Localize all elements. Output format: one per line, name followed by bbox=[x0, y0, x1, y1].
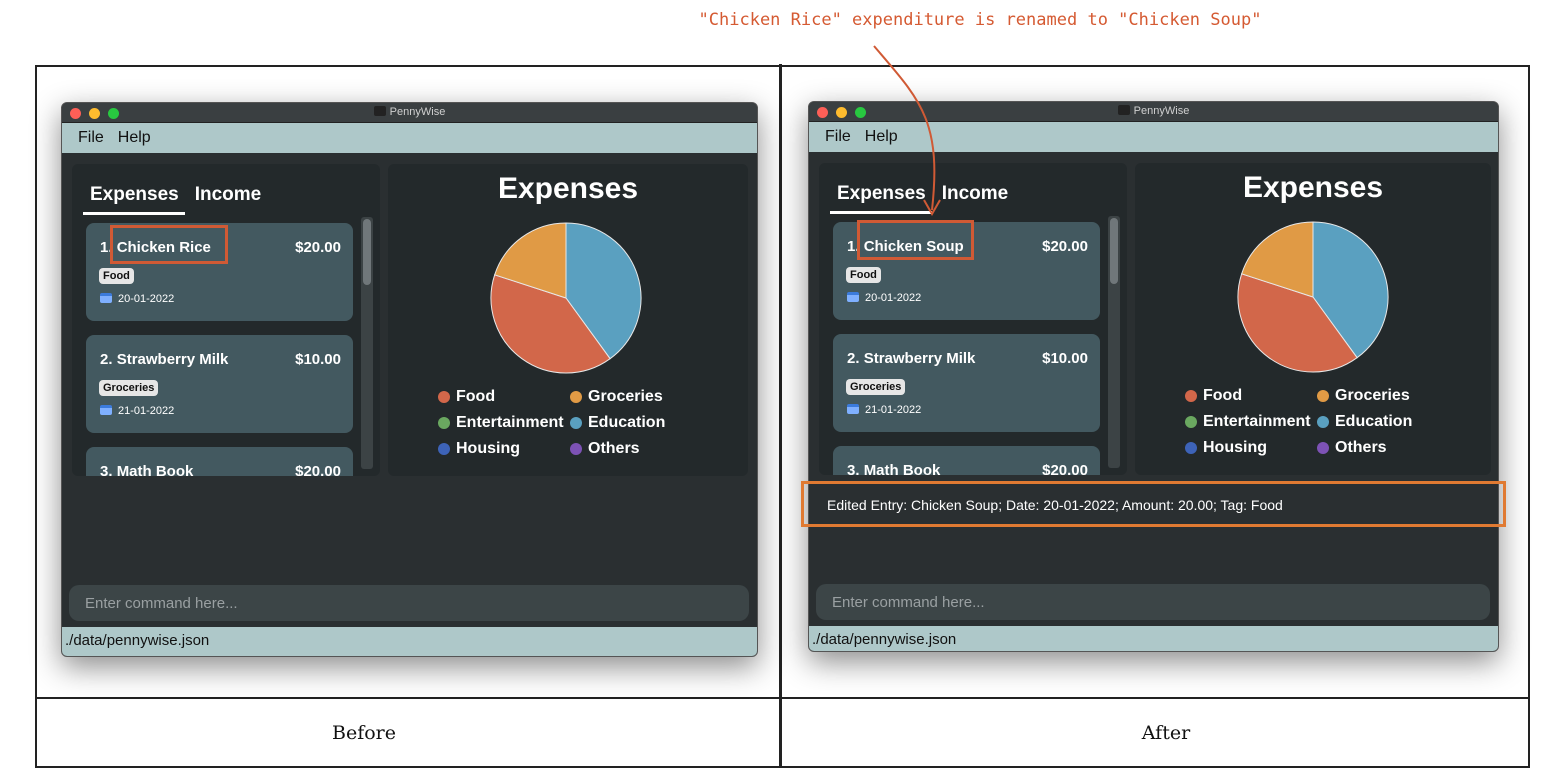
legend-education: Education bbox=[570, 414, 698, 432]
legend-food: Food bbox=[438, 388, 570, 406]
highlight-box-result bbox=[801, 481, 1506, 527]
menu-help[interactable]: Help bbox=[118, 129, 151, 147]
highlight-box-after-name bbox=[857, 220, 974, 260]
frame-left bbox=[35, 65, 37, 767]
window-title-text: PennyWise bbox=[389, 106, 446, 118]
entry-amount: $10.00 bbox=[295, 351, 341, 368]
caption-after: After bbox=[1141, 722, 1191, 744]
command-input[interactable] bbox=[69, 585, 749, 621]
frame-middle bbox=[779, 64, 782, 768]
legend-dot bbox=[570, 443, 582, 455]
chart-legend: Food Groceries Entertainment Education H… bbox=[1185, 387, 1445, 457]
legend-housing: Housing bbox=[1185, 439, 1317, 457]
scroll-thumb[interactable] bbox=[363, 219, 371, 285]
legend-dot bbox=[438, 443, 450, 455]
legend-housing: Housing bbox=[438, 440, 570, 458]
pie-chart bbox=[490, 222, 642, 374]
list-item[interactable]: 3. Math Book $20.00 bbox=[86, 447, 353, 476]
entry-date: 20-01-2022 bbox=[847, 292, 921, 304]
legend-food: Food bbox=[1185, 387, 1317, 405]
menu-file[interactable]: File bbox=[78, 129, 104, 147]
menu-file[interactable]: File bbox=[825, 128, 851, 146]
entry-name: 2. Strawberry Milk bbox=[847, 350, 976, 367]
entry-amount: $20.00 bbox=[1042, 238, 1088, 255]
list-item[interactable]: 2. Strawberry Milk $10.00 Groceries 21-0… bbox=[833, 334, 1100, 432]
chart-legend: Food Groceries Entertainment Education H… bbox=[438, 388, 698, 458]
tab-income[interactable]: Income bbox=[195, 184, 262, 206]
legend-groceries: Groceries bbox=[570, 388, 698, 406]
chart-panel: Expenses Food Groceries Entertainment Ed… bbox=[1135, 163, 1491, 475]
tab-expenses[interactable]: Expenses bbox=[90, 184, 179, 206]
entry-date: 21-01-2022 bbox=[100, 405, 174, 417]
pie-chart bbox=[1237, 221, 1389, 373]
entry-name: 3. Math Book bbox=[847, 462, 941, 475]
title-bar: PennyWise bbox=[62, 103, 757, 123]
calendar-icon bbox=[847, 292, 859, 302]
legend-others: Others bbox=[1317, 439, 1445, 457]
legend-dot bbox=[1317, 442, 1329, 454]
legend-entertainment: Entertainment bbox=[438, 414, 570, 432]
entry-tag: Food bbox=[99, 268, 134, 284]
legend-groceries: Groceries bbox=[1317, 387, 1445, 405]
legend-dot bbox=[438, 391, 450, 403]
legend-others: Others bbox=[570, 440, 698, 458]
entry-date: 21-01-2022 bbox=[847, 404, 921, 416]
entry-amount: $20.00 bbox=[1042, 462, 1088, 475]
entry-tag: Groceries bbox=[99, 380, 159, 396]
status-bar: ./data/pennywise.json bbox=[809, 626, 1498, 651]
command-input[interactable] bbox=[816, 584, 1490, 620]
frame-bottom bbox=[35, 766, 1530, 768]
calendar-icon bbox=[847, 404, 859, 414]
frame-top-left bbox=[35, 65, 779, 67]
legend-dot bbox=[570, 417, 582, 429]
entry-tag: Groceries bbox=[846, 379, 906, 395]
entry-tag: Food bbox=[846, 267, 881, 283]
annotation-text: "Chicken Rice" expenditure is renamed to… bbox=[698, 10, 1262, 30]
app-icon bbox=[373, 106, 386, 116]
active-tab-indicator bbox=[83, 212, 185, 215]
legend-dot bbox=[570, 391, 582, 403]
entry-amount: $10.00 bbox=[1042, 350, 1088, 367]
entry-amount: $20.00 bbox=[295, 239, 341, 256]
caption-before: Before bbox=[331, 722, 396, 744]
chart-title: Expenses bbox=[1242, 171, 1384, 204]
calendar-icon bbox=[100, 293, 112, 303]
legend-dot bbox=[1185, 416, 1197, 428]
app-icon bbox=[1117, 105, 1130, 115]
legend-dot bbox=[1317, 390, 1329, 402]
list-item[interactable]: 2. Strawberry Milk $10.00 Groceries 21-0… bbox=[86, 335, 353, 433]
status-bar: ./data/pennywise.json bbox=[62, 627, 757, 656]
entry-name: 3. Math Book bbox=[100, 463, 194, 476]
legend-dot bbox=[1317, 416, 1329, 428]
entry-name: 2. Strawberry Milk bbox=[100, 351, 229, 368]
highlight-box-before-name bbox=[110, 225, 228, 264]
legend-education: Education bbox=[1317, 413, 1445, 431]
entry-date: 20-01-2022 bbox=[100, 293, 174, 305]
entry-amount: $20.00 bbox=[295, 463, 341, 476]
annotation-arrow bbox=[873, 45, 941, 217]
menu-bar: File Help bbox=[62, 123, 757, 153]
frame-divider bbox=[35, 697, 1530, 699]
before-window: PennyWise File Help Expenses Income 1. C… bbox=[61, 102, 758, 657]
chart-title: Expenses bbox=[497, 172, 639, 205]
legend-dot bbox=[438, 417, 450, 429]
result-display bbox=[62, 486, 757, 526]
entry-list-panel: Expenses Income 1. Chicken Rice $20.00 F… bbox=[72, 164, 380, 476]
list-scrollbar[interactable] bbox=[1108, 216, 1120, 468]
window-title: PennyWise bbox=[62, 106, 757, 118]
list-scrollbar[interactable] bbox=[361, 217, 373, 469]
calendar-icon bbox=[100, 405, 112, 415]
list-item[interactable]: 3. Math Book $20.00 bbox=[833, 446, 1100, 475]
chart-panel: Expenses Food Groceries Entertainment Ed… bbox=[388, 164, 748, 476]
legend-dot bbox=[1185, 390, 1197, 402]
legend-entertainment: Entertainment bbox=[1185, 413, 1317, 431]
frame-right bbox=[1528, 65, 1530, 767]
window-title-text: PennyWise bbox=[1133, 105, 1190, 117]
legend-dot bbox=[1185, 442, 1197, 454]
scroll-thumb[interactable] bbox=[1110, 218, 1118, 284]
